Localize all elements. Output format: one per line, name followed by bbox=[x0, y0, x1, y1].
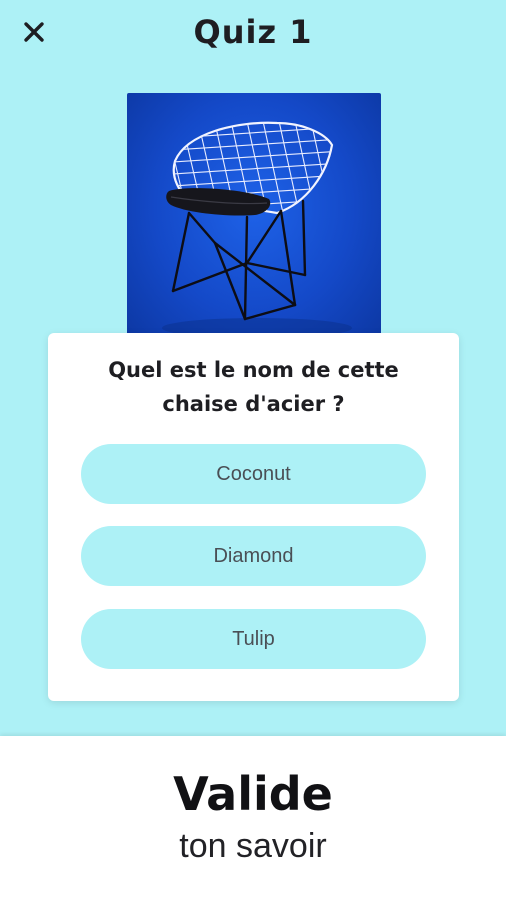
answer-option-label: Tulip bbox=[232, 627, 275, 650]
promo-footer: Valide ton savoir bbox=[0, 736, 506, 900]
question-text: Quel est le nom de cette chaise d'acier … bbox=[108, 358, 399, 416]
answer-option-coconut[interactable]: Coconut bbox=[81, 444, 426, 504]
answer-option-label: Coconut bbox=[216, 462, 291, 485]
tagline-heading: Valide bbox=[173, 767, 333, 821]
page-title: Quiz 1 bbox=[193, 13, 313, 51]
answer-option-label: Diamond bbox=[213, 544, 294, 567]
tagline-subheading: ton savoir bbox=[179, 827, 327, 865]
answer-option-tulip[interactable]: Tulip bbox=[81, 609, 426, 669]
answer-option-diamond[interactable]: Diamond bbox=[81, 526, 426, 586]
chair-image bbox=[127, 93, 381, 347]
question-card: Quel est le nom de cette chaise d'acier … bbox=[48, 333, 459, 701]
